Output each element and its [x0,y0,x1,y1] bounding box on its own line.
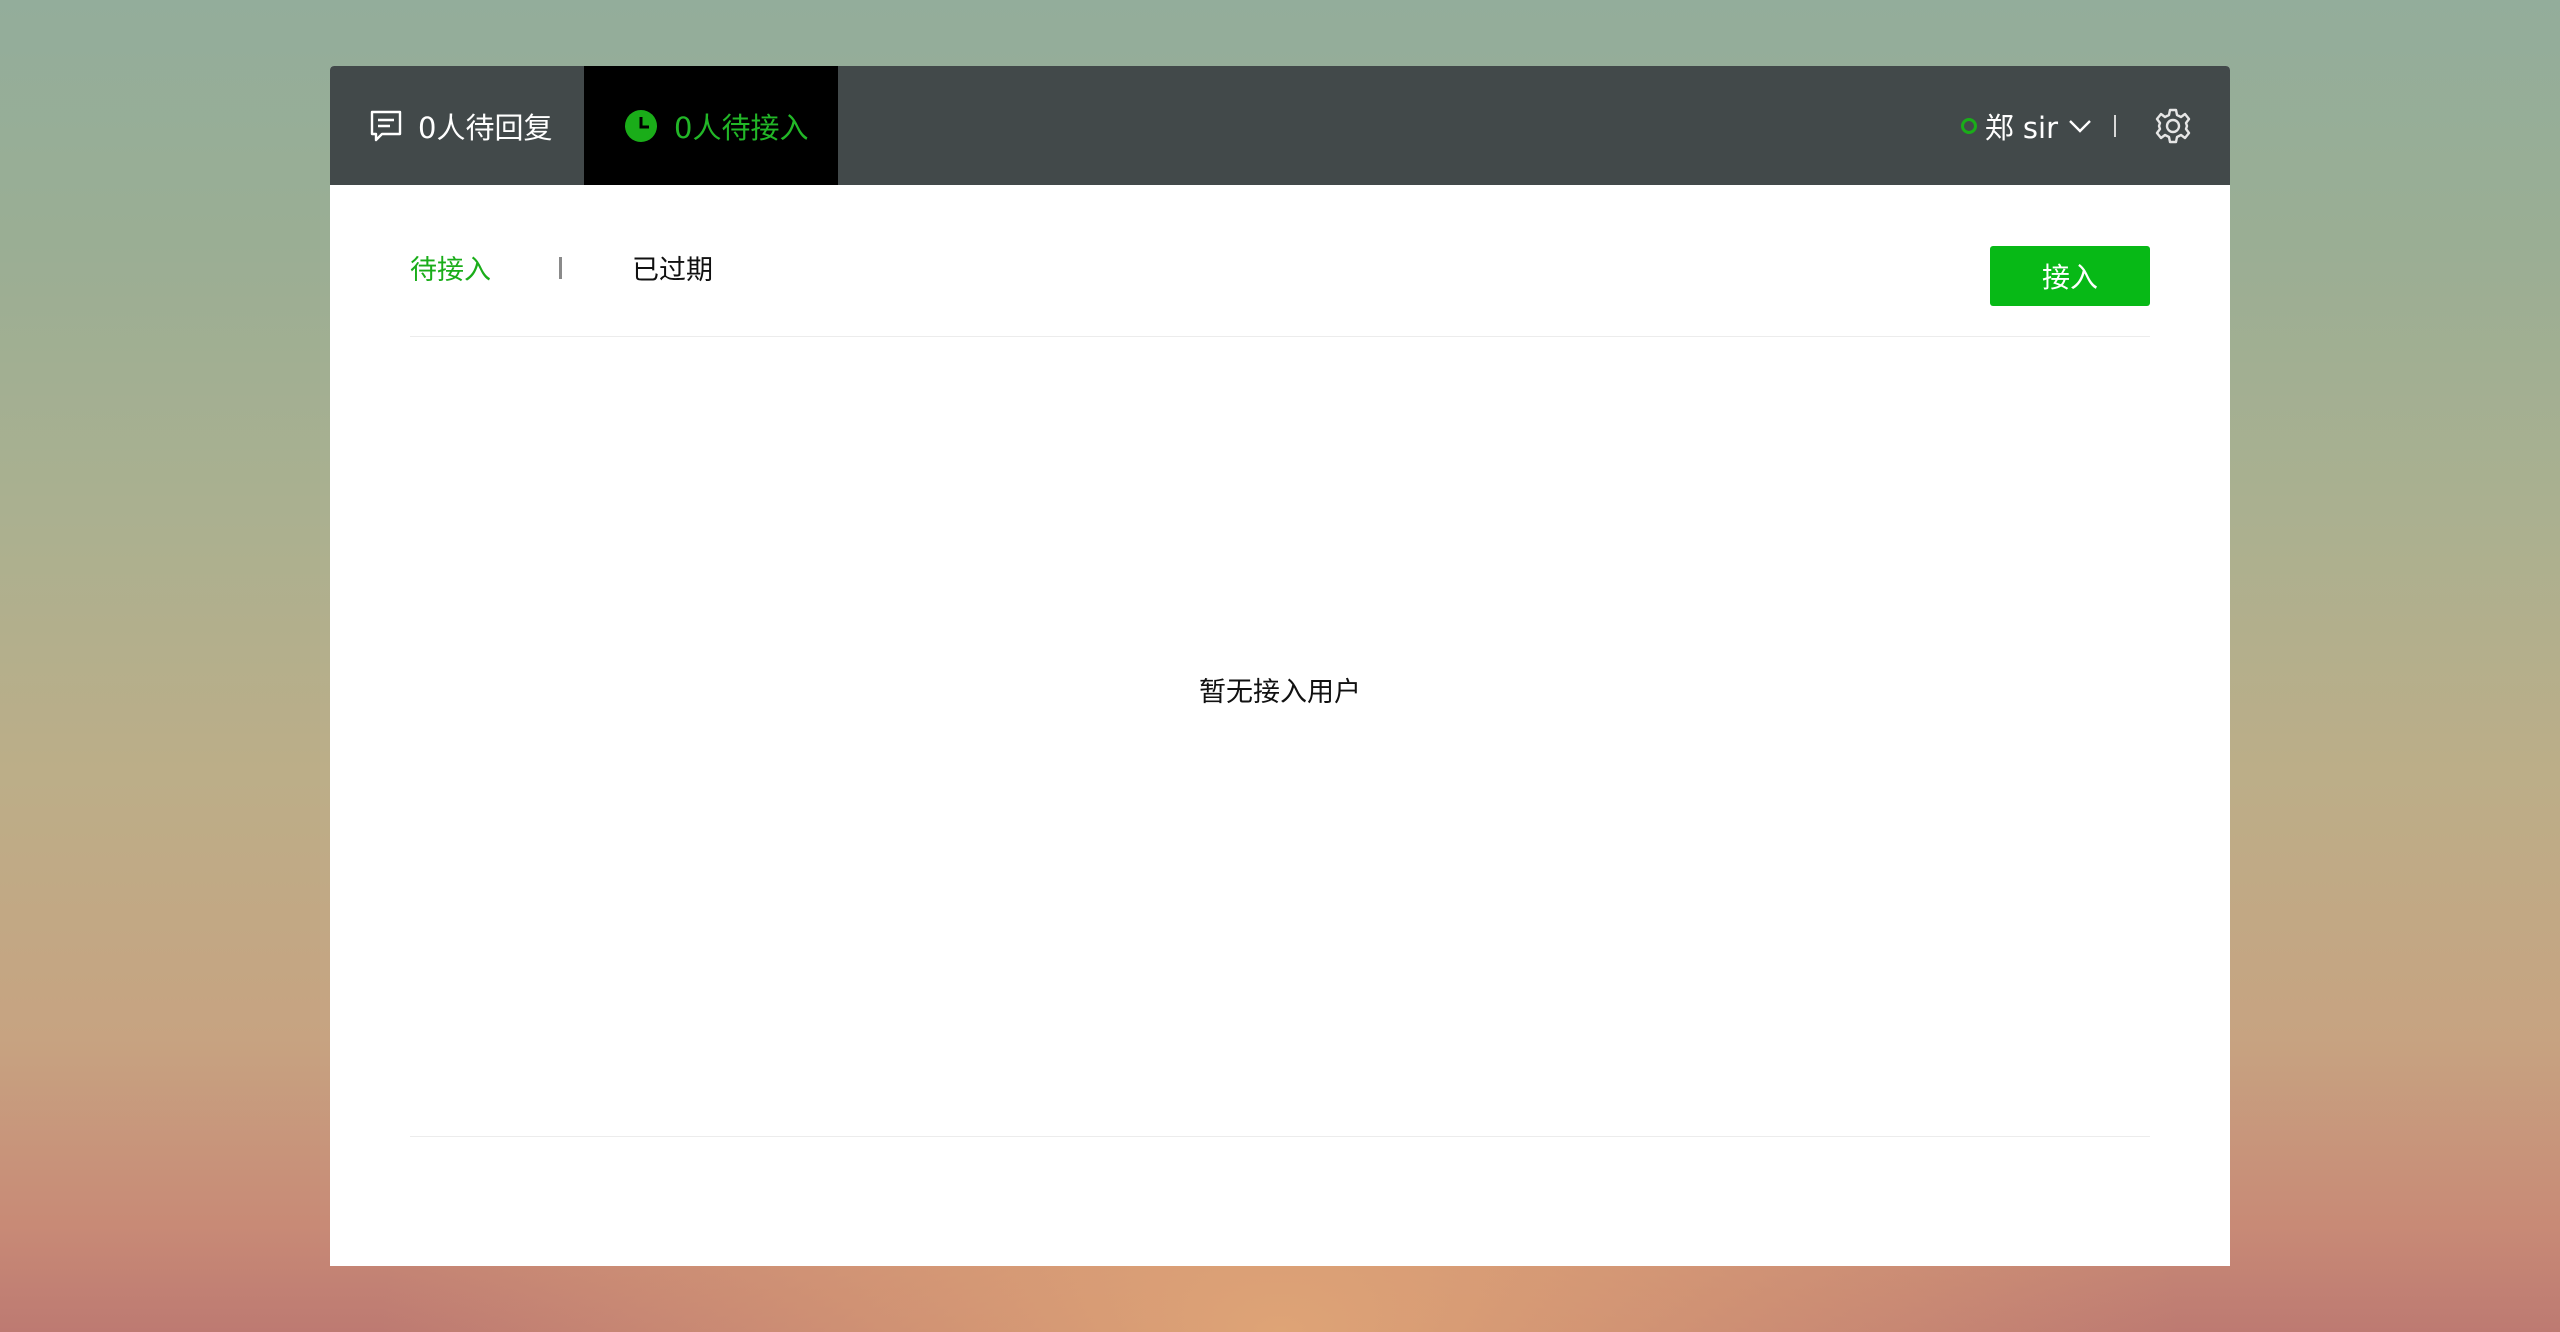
top-navigation-bar: 0人待回复 0人待接入 郑 sir [330,66,2230,185]
toolbar-divider [2114,114,2116,137]
tab-pending-reply[interactable]: 0人待回复 [330,66,584,185]
user-name[interactable]: 郑 sir [1985,105,2058,147]
content-divider-bottom [410,1136,2150,1137]
subtab-expired[interactable]: 已过期 [632,248,713,287]
subtab-divider [559,256,562,279]
chat-list-icon [368,108,404,144]
tab-pending-access-label: 0人待接入 [674,110,809,145]
accept-button[interactable]: 接入 [1990,246,2150,306]
content-divider-top [410,336,2150,337]
customer-service-window: 0人待回复 0人待接入 郑 sir 待接入 已过期 接入 暂无接入用户 [330,66,2230,1266]
tab-pending-reply-label: 0人待回复 [418,110,553,145]
tab-pending-access[interactable]: 0人待接入 [584,66,838,185]
chevron-down-icon[interactable] [2068,118,2092,134]
status-subtabs: 待接入 已过期 [410,248,713,287]
user-menu: 郑 sir [1960,66,2230,185]
online-status-indicator [1960,117,1977,134]
subtab-pending-access[interactable]: 待接入 [410,248,491,287]
gear-icon[interactable] [2154,107,2192,145]
clock-icon [624,109,658,143]
empty-state-message: 暂无接入用户 [1199,677,1361,708]
